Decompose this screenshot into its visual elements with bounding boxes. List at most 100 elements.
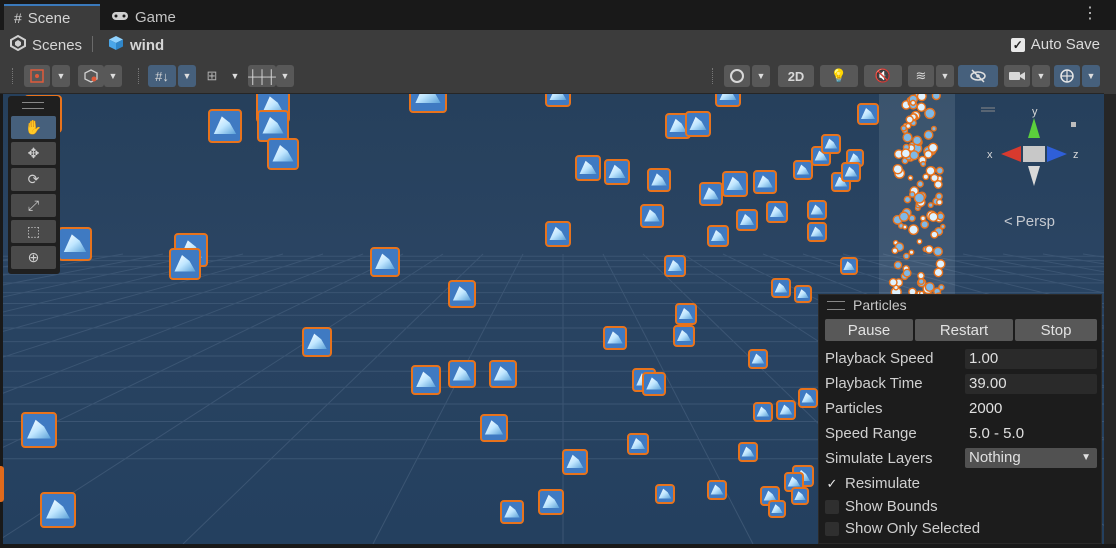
resimulate-checkbox[interactable]: ✓: [825, 476, 839, 491]
draw-mode-dropdown[interactable]: ▼: [752, 65, 770, 87]
camera-settings-button[interactable]: [1004, 65, 1030, 87]
particle-dot: [920, 220, 930, 229]
particle-sprite: [642, 372, 666, 396]
draw-mode-button[interactable]: [724, 65, 750, 87]
particle-sprite: [302, 327, 332, 357]
particle-sprite: [776, 400, 796, 420]
grid-snap-icon: #↓: [155, 68, 169, 84]
breadcrumb: Scenes wind ✓ Auto Save: [0, 30, 1116, 60]
particle-sprite: [647, 168, 671, 192]
particle-dot: [908, 214, 916, 222]
more-options-icon[interactable]: ⋮: [1082, 6, 1098, 22]
pause-button[interactable]: Pause: [825, 319, 913, 341]
playback-time-field[interactable]: 39.00: [965, 374, 1097, 394]
particle-dot: [916, 180, 924, 188]
camera-settings-dropdown[interactable]: ▼: [1032, 65, 1050, 87]
particle-dot: [924, 107, 936, 120]
particle-sprite: [857, 103, 879, 125]
lighting-toggle[interactable]: 💡: [820, 65, 858, 87]
grid-snapping-button[interactable]: #↓: [148, 65, 176, 87]
increment-snap-button[interactable]: ┼┼┼: [248, 65, 276, 87]
chevron-down-icon: ▼: [1081, 452, 1091, 463]
right-gutter: [1104, 94, 1116, 544]
playback-speed-field[interactable]: 1.00: [965, 349, 1097, 369]
particle-sprite: [685, 111, 711, 137]
scene-toolbar: ▼ ▼ #↓ ▼ ⊞ ▼ ┼┼┼ ▼ ▼ 2D 💡 🔇 ≋ ▼ ▼ ▼: [0, 60, 1116, 94]
particle-dot: [927, 142, 939, 153]
hand-tool-button[interactable]: ✋: [11, 116, 56, 139]
effects-button[interactable]: ≋: [908, 65, 934, 87]
particle-dot: [930, 230, 939, 239]
z-axis-cone: [1047, 146, 1067, 162]
tab-scene[interactable]: # Scene: [4, 4, 100, 30]
camera-projection-label[interactable]: < Persp: [1004, 213, 1055, 230]
move-tool-button[interactable]: ✥: [11, 142, 56, 165]
particle-sprite: [562, 449, 588, 475]
playback-time-label: Playback Time: [825, 375, 923, 392]
auto-save-checkbox[interactable]: ✓: [1010, 37, 1025, 52]
resimulate-toggle[interactable]: ✓ Resimulate: [825, 475, 920, 492]
increment-snap-dropdown[interactable]: ▼: [276, 65, 294, 87]
particle-sprite: [21, 412, 57, 448]
particle-sprite: [771, 278, 791, 298]
tools-palette: ✋ ✥ ⟳ ⤢ ⬚ ⊕: [8, 96, 60, 274]
projection-text: Persp: [1015, 213, 1055, 230]
show-only-selected-toggle[interactable]: Show Only Selected: [825, 520, 980, 537]
particle-sprite: [603, 326, 627, 350]
neg-y-cone: [1028, 166, 1040, 186]
audio-toggle[interactable]: 🔇: [864, 65, 902, 87]
particle-dot: [891, 247, 899, 255]
layers-icon: ≋: [915, 68, 927, 83]
stop-button[interactable]: Stop: [1015, 319, 1097, 341]
rect-transform-icon: ⬚: [26, 223, 41, 239]
particle-dot: [903, 252, 910, 260]
particle-sprite: [736, 209, 758, 231]
particle-sprite: [791, 487, 809, 505]
show-only-selected-checkbox[interactable]: [825, 521, 839, 536]
show-bounds-toggle[interactable]: Show Bounds: [825, 498, 938, 515]
particle-dot: [920, 160, 927, 167]
breadcrumb-scenes[interactable]: Scenes: [10, 34, 82, 55]
particle-sprite: [798, 388, 818, 408]
effects-dropdown[interactable]: ▼: [936, 65, 954, 87]
mode-2d-button[interactable]: 2D: [778, 65, 814, 87]
orientation-gizmo[interactable]: y x z: [973, 102, 1093, 202]
particle-sprite: [489, 360, 517, 388]
tab-game[interactable]: Game: [108, 4, 201, 30]
scene-visibility-toggle[interactable]: [958, 65, 998, 87]
camera-icon: [1009, 72, 1025, 80]
scale-tool-button[interactable]: ⤢: [11, 194, 56, 217]
rotate-icon: ⟳: [27, 171, 40, 187]
global-local-dropdown[interactable]: ▼: [104, 65, 122, 87]
pivot-dropdown[interactable]: ▼: [52, 65, 70, 87]
transform-tool-button[interactable]: ⊕: [11, 246, 56, 269]
particle-dot: [898, 211, 910, 222]
particle-dot: [933, 180, 943, 189]
breadcrumb-current[interactable]: wind: [108, 35, 164, 55]
palette-grip[interactable]: [22, 102, 44, 109]
particles-overlay-header[interactable]: Particles: [827, 297, 907, 313]
restart-button[interactable]: Restart: [915, 319, 1013, 341]
particle-sprite: [448, 360, 476, 388]
particle-dot: [930, 125, 937, 132]
auto-save-toggle[interactable]: ✓ Auto Save: [1010, 36, 1100, 53]
speed-range-label: Speed Range: [825, 425, 917, 442]
rect-tool-button[interactable]: ⬚: [11, 220, 56, 243]
grid-snapping-dropdown[interactable]: ▼: [178, 65, 196, 87]
rotate-tool-button[interactable]: ⟳: [11, 168, 56, 191]
pivot-button[interactable]: [24, 65, 50, 87]
transform-icon: ⊕: [27, 249, 40, 265]
particle-dot: [928, 211, 939, 222]
snap-increment-button[interactable]: ⊞: [200, 65, 224, 87]
particle-sprite: [500, 500, 524, 524]
scale-icon: ⤢: [27, 197, 40, 213]
global-local-button[interactable]: [78, 65, 104, 87]
grid-icon: #: [14, 10, 22, 26]
gizmos-dropdown[interactable]: ▼: [1082, 65, 1100, 87]
gizmos-button[interactable]: [1054, 65, 1080, 87]
simulate-layers-dropdown[interactable]: Nothing ▼: [965, 448, 1097, 468]
particle-sprite: [655, 484, 675, 504]
particle-sprite: [409, 94, 447, 113]
show-bounds-checkbox[interactable]: [825, 499, 839, 514]
snap-increment-dropdown[interactable]: ▼: [226, 65, 244, 87]
